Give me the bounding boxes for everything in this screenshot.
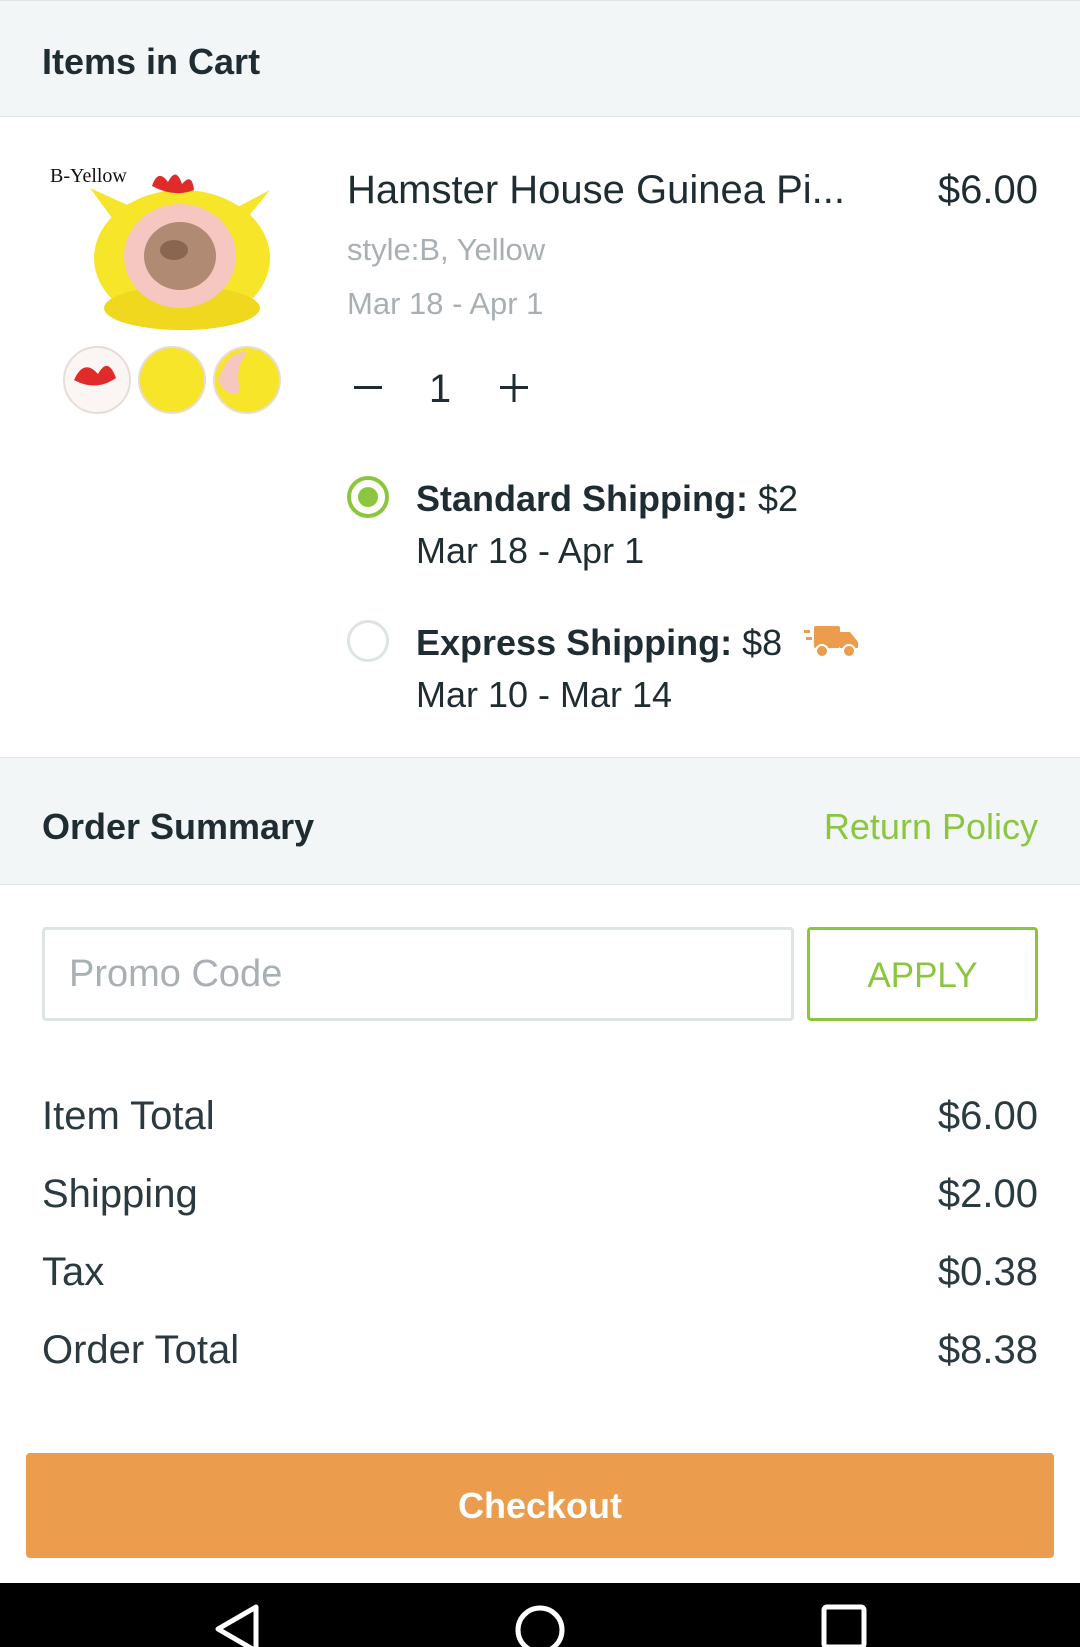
express-shipping-radio[interactable] bbox=[347, 620, 389, 662]
plus-icon bbox=[500, 374, 528, 402]
express-shipping-dates: Mar 10 - Mar 14 bbox=[416, 674, 673, 715]
order-total-value: $8.38 bbox=[937, 1328, 1038, 1372]
product-price: $6.00 bbox=[937, 168, 1038, 212]
product-image-label: B-Yellow bbox=[50, 165, 127, 187]
product-image[interactable]: B-Yellow bbox=[42, 158, 292, 418]
quantity-increase-button[interactable] bbox=[489, 360, 539, 416]
home-icon[interactable] bbox=[513, 1603, 567, 1647]
back-icon[interactable] bbox=[212, 1603, 262, 1647]
truck-icon bbox=[804, 622, 860, 660]
express-shipping-label: Express Shipping: bbox=[416, 622, 733, 663]
product-style: style:B, Yellow bbox=[347, 232, 546, 267]
standard-shipping-radio[interactable] bbox=[347, 476, 389, 518]
order-summary-header: Order Summary Return Policy bbox=[0, 757, 1080, 885]
tax-value: $0.38 bbox=[937, 1250, 1038, 1294]
promo-code-input[interactable] bbox=[42, 927, 794, 1021]
express-shipping-price: $8 bbox=[742, 622, 783, 663]
tax-label: Tax bbox=[42, 1250, 105, 1294]
checkout-button[interactable]: Checkout bbox=[26, 1453, 1054, 1558]
order-summary-title: Order Summary bbox=[42, 806, 315, 847]
standard-shipping-price: $2 bbox=[758, 478, 799, 519]
shipping-row: Shipping $2.00 bbox=[42, 1172, 1038, 1217]
system-nav-bar bbox=[0, 1583, 1080, 1647]
tax-row: Tax $0.38 bbox=[42, 1250, 1038, 1295]
apply-promo-button[interactable]: APPLY bbox=[807, 927, 1038, 1021]
product-title[interactable]: Hamster House Guinea Pi... bbox=[347, 168, 867, 213]
order-total-label: Order Total bbox=[42, 1328, 240, 1372]
quantity-decrease-button[interactable] bbox=[343, 360, 393, 416]
quantity-value: 1 bbox=[428, 367, 452, 411]
standard-shipping-dates: Mar 18 - Apr 1 bbox=[416, 530, 645, 571]
item-total-row: Item Total $6.00 bbox=[42, 1094, 1038, 1139]
return-policy-link[interactable]: Return Policy bbox=[824, 806, 1038, 848]
shipping-label: Shipping bbox=[42, 1172, 198, 1216]
minus-icon bbox=[354, 386, 382, 389]
express-shipping-option[interactable]: Express Shipping: $8 bbox=[416, 622, 860, 664]
cart-title: Items in Cart bbox=[42, 41, 261, 82]
order-total-row: Order Total $8.38 bbox=[42, 1328, 1038, 1373]
standard-shipping-option[interactable]: Standard Shipping: $2 bbox=[416, 478, 798, 520]
shipping-value: $2.00 bbox=[937, 1172, 1038, 1216]
standard-shipping-label: Standard Shipping: bbox=[416, 478, 748, 519]
item-total-label: Item Total bbox=[42, 1094, 215, 1138]
item-total-value: $6.00 bbox=[937, 1094, 1038, 1138]
cart-header: Items in Cart bbox=[0, 0, 1080, 117]
recents-icon[interactable] bbox=[820, 1603, 868, 1647]
product-delivery-dates: Mar 18 - Apr 1 bbox=[347, 286, 544, 321]
